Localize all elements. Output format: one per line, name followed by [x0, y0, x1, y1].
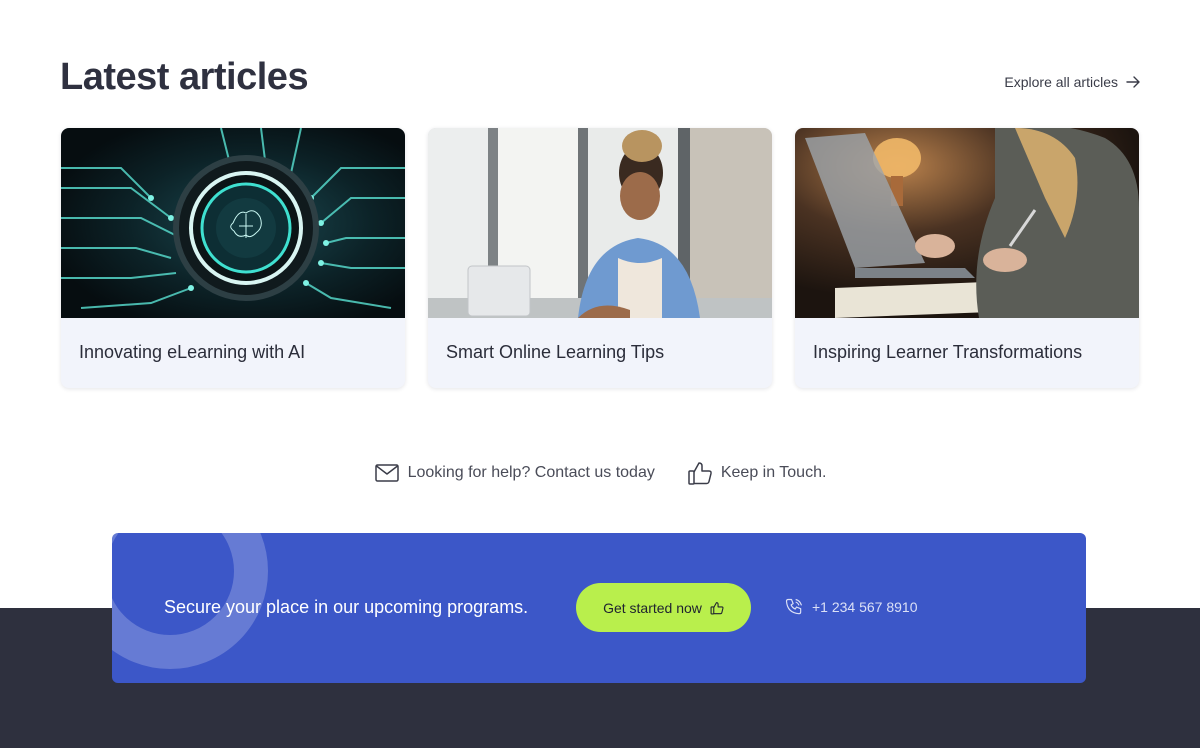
section-title: Latest articles [60, 56, 309, 98]
student-laptop-image [428, 128, 772, 318]
keep-in-touch-link[interactable]: Keep in Touch. [687, 460, 827, 486]
keep-in-touch-label: Keep in Touch. [720, 464, 827, 481]
mail-icon [374, 464, 399, 482]
arrow-right-icon [1126, 76, 1140, 88]
article-card[interactable]: Smart Online Learning Tips [428, 128, 772, 388]
phone-link[interactable]: +1 234 567 8910 [784, 597, 918, 617]
article-title: Inspiring Learner Transformations [813, 342, 1083, 362]
articles-grid: Innovating eLearning with AI Smart Onlin… [61, 128, 1140, 388]
contact-us-link[interactable]: Looking for help? Contact us today [374, 460, 655, 486]
person-writing-notebook-image [795, 128, 1139, 318]
get-started-label: Get started now [603, 599, 702, 616]
article-card[interactable]: Innovating eLearning with AI [61, 128, 405, 388]
ai-circuit-brain-image [61, 128, 405, 318]
cta-text: Secure your place in our upcoming progra… [164, 597, 529, 617]
article-card[interactable]: Inspiring Learner Transformations [795, 128, 1139, 388]
contact-label: Looking for help? Contact us today [407, 464, 655, 481]
articles-header: Latest articles Explore all articles [60, 56, 1140, 106]
explore-link-label: Explore all articles [1004, 74, 1118, 90]
cta-banner: Secure your place in our upcoming progra… [112, 533, 1086, 683]
article-title: Smart Online Learning Tips [446, 342, 665, 362]
phone-icon [785, 598, 803, 615]
explore-all-articles-link[interactable]: Explore all articles [1004, 74, 1140, 90]
help-row: Looking for help? Contact us today Keep … [0, 458, 1200, 488]
thumbs-up-icon [710, 601, 724, 614]
get-started-button[interactable]: Get started now [576, 583, 751, 632]
article-title: Innovating eLearning with AI [79, 342, 306, 362]
phone-number: +1 234 567 8910 [812, 599, 918, 615]
thumbs-up-icon [688, 462, 712, 485]
